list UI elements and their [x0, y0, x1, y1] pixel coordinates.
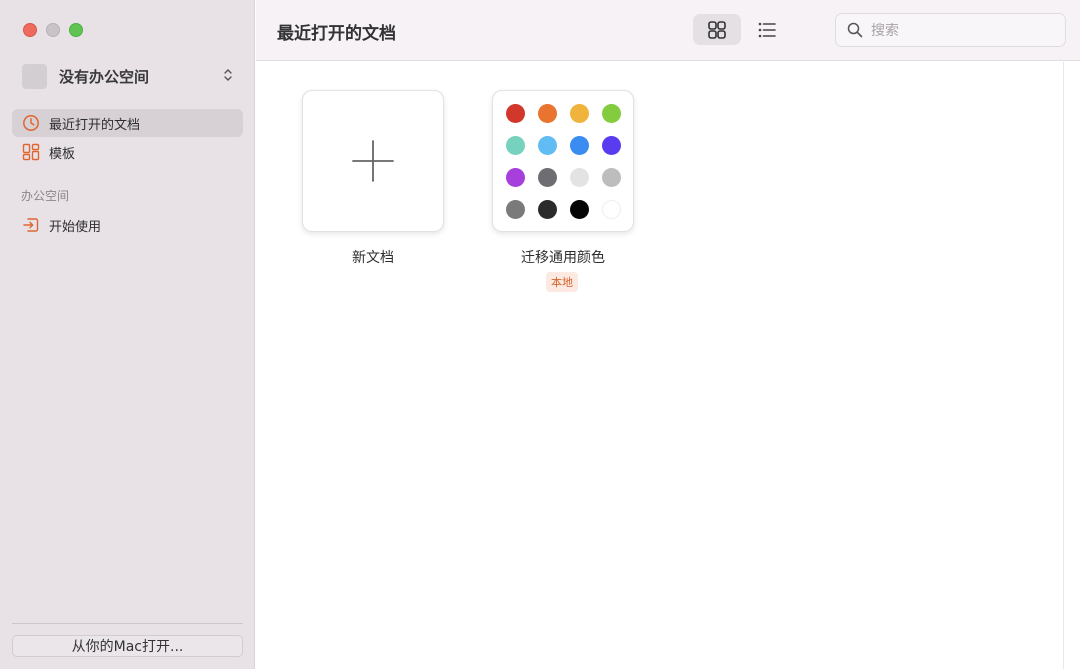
plus-icon — [352, 140, 394, 182]
color-swatch — [570, 200, 589, 219]
template-icon — [22, 143, 40, 161]
color-swatch — [506, 136, 525, 155]
color-swatch — [538, 104, 557, 123]
app-window: 没有办公空间 最近打开的文档 模板 办公空间 开始使用 从你的Mac打开... … — [0, 0, 1080, 669]
section-title-workspace: 办公空间 — [21, 189, 70, 203]
sidebar-item-label: 模板 — [49, 146, 76, 162]
color-swatch — [538, 200, 557, 219]
sidebar-item-get-started[interactable]: 开始使用 — [12, 211, 243, 239]
color-swatch — [570, 104, 589, 123]
divider — [12, 623, 243, 624]
window-controls — [23, 23, 83, 37]
color-swatch — [538, 168, 557, 187]
toolbar: 最近打开的文档 搜索 — [256, 0, 1080, 61]
clock-icon — [22, 114, 40, 132]
zoom-window-button[interactable] — [69, 23, 83, 37]
color-swatch — [570, 136, 589, 155]
color-swatch — [602, 200, 621, 219]
search-field[interactable]: 搜索 — [835, 13, 1066, 47]
color-swatch — [602, 136, 621, 155]
color-swatch — [506, 104, 525, 123]
minimize-window-button[interactable] — [46, 23, 60, 37]
workspace-name: 没有办公空间 — [59, 67, 150, 86]
sidebar-item-label: 最近打开的文档 — [49, 117, 141, 133]
sidebar: 没有办公空间 最近打开的文档 模板 办公空间 开始使用 从你的Mac打开... — [0, 0, 255, 669]
list-view-button[interactable] — [743, 14, 791, 45]
new-document-card[interactable] — [302, 90, 444, 232]
color-swatch — [538, 136, 557, 155]
color-swatch — [570, 168, 589, 187]
local-badge: 本地 — [546, 272, 578, 292]
sidebar-item-recent[interactable]: 最近打开的文档 — [12, 109, 243, 137]
color-swatch-grid — [506, 104, 621, 219]
grid-view-icon — [708, 20, 726, 39]
color-swatch — [506, 200, 525, 219]
chevron-updown-icon — [224, 69, 232, 81]
color-swatch — [602, 104, 621, 123]
scroll-divider — [1063, 62, 1064, 669]
list-view-icon — [758, 22, 776, 37]
enter-icon — [22, 216, 40, 234]
sidebar-item-templates[interactable]: 模板 — [12, 138, 243, 166]
document-name: 迁移通用颜色 — [521, 250, 605, 266]
color-swatch — [602, 168, 621, 187]
close-window-button[interactable] — [23, 23, 37, 37]
sidebar-item-label: 开始使用 — [49, 219, 102, 235]
document-thumbnail[interactable] — [492, 90, 634, 232]
search-input[interactable]: 搜索 — [871, 20, 899, 40]
open-from-mac-button[interactable]: 从你的Mac打开... — [12, 635, 243, 657]
document-name: 新文档 — [352, 250, 394, 266]
page-title: 最近打开的文档 — [277, 24, 396, 44]
document-grid: 新文档 迁移通用颜色 本地 — [256, 62, 1064, 669]
workspace-avatar — [22, 63, 47, 89]
workspace-switcher[interactable]: 没有办公空间 — [22, 62, 236, 90]
grid-view-button[interactable] — [693, 14, 741, 45]
search-icon — [847, 22, 863, 38]
color-swatch — [506, 168, 525, 187]
